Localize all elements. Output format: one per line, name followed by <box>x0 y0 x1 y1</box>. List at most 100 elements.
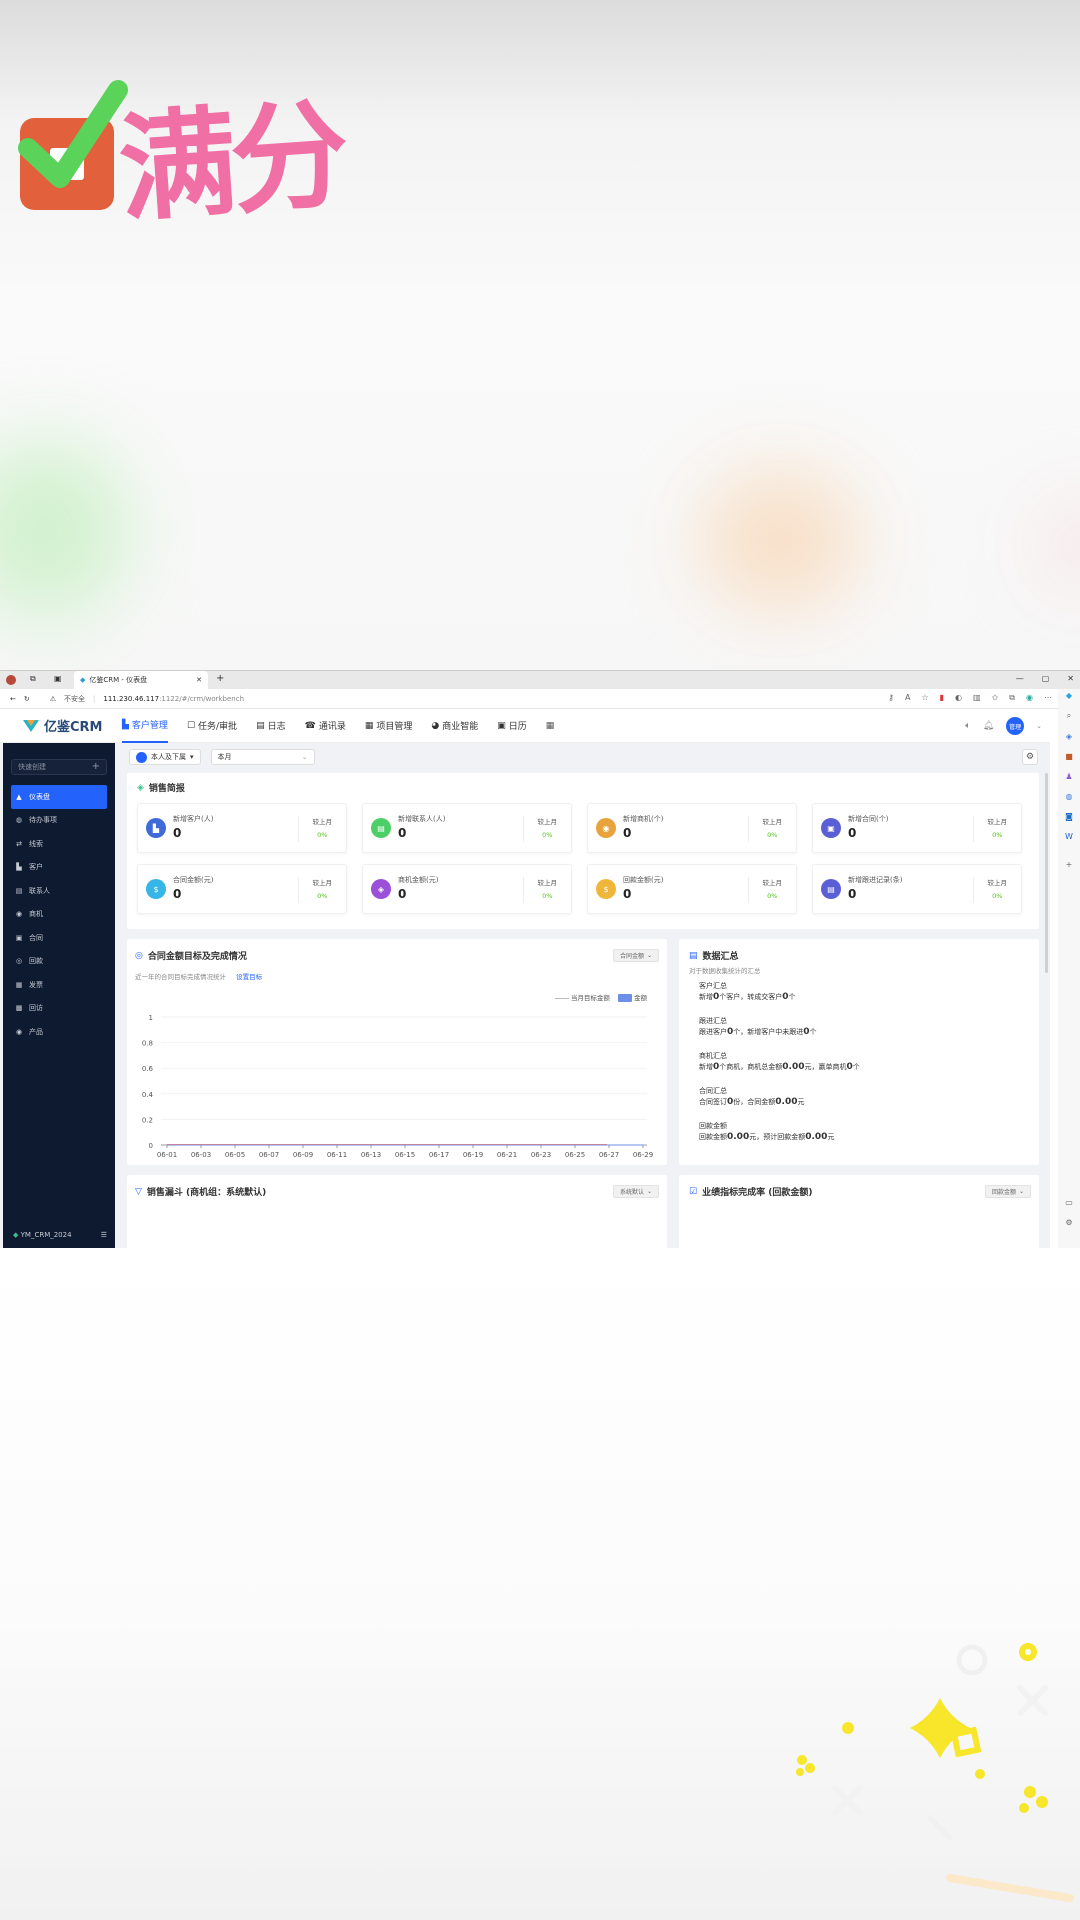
period-select[interactable]: 本月 ⌄ <box>210 749 315 765</box>
collections-icon[interactable]: ⧉ <box>30 674 36 684</box>
outlook-icon[interactable]: ◙ <box>1065 812 1073 821</box>
split-screen-icon[interactable]: ▥ <box>973 693 981 703</box>
target-icon: ◎ <box>135 950 143 961</box>
apps-grid-icon[interactable]: ▦ <box>546 721 555 731</box>
legend-target[interactable]: 当月目标金额 <box>554 992 610 1002</box>
app-logo[interactable]: 亿鉴CRM <box>0 716 110 735</box>
contacts-icon: ☎ <box>304 720 316 731</box>
stat-compare: 较上月 0% <box>747 816 782 842</box>
nav-item-4[interactable]: ▦ 项目管理 <box>365 709 413 743</box>
sidebar-item-1[interactable]: ◍ 待办事项 <box>3 809 115 833</box>
nav-item-0[interactable]: ▙ 客户管理 <box>122 709 168 743</box>
sidebar-item-7[interactable]: ◎ 回款 <box>3 950 115 974</box>
set-target-link[interactable]: 设置目标 <box>236 973 262 981</box>
summary-text: 份，合同金额 <box>733 1098 776 1106</box>
new-tab-button[interactable]: + <box>216 673 224 684</box>
security-label[interactable]: 不安全 <box>64 694 85 704</box>
scrollbar[interactable] <box>1045 773 1048 973</box>
settings-sidebar-icon[interactable]: ⚙ <box>1065 1218 1072 1227</box>
settings-button[interactable]: ⚙ <box>1022 749 1038 765</box>
stat-card[interactable]: ▙ 新增客户(人) 0 较上月 0% <box>137 803 347 853</box>
collapse-menu-icon[interactable]: ☰ <box>101 1231 107 1239</box>
volume-icon[interactable]: 🔈︎ <box>965 721 970 731</box>
sidebar-item-9[interactable]: ▩ 回访 <box>3 997 115 1021</box>
chart-legend: 当月目标金额 金额 <box>554 992 647 1002</box>
stat-label: 商机金额(元) <box>398 876 439 884</box>
stat-card[interactable]: ◈ 商机金额(元) 0 较上月 0% <box>362 864 572 914</box>
sales-funnel-header: ▽ 销售漏斗 (商机组：系统默认) <box>135 1185 267 1199</box>
performance-dropdown[interactable]: 回款金额 ⌄ <box>984 1185 1031 1198</box>
stat-card[interactable]: $ 回款金额(元) 0 较上月 0% <box>587 864 797 914</box>
funnel-dropdown[interactable]: 系统默认 ⌄ <box>612 1185 659 1198</box>
metric-dropdown[interactable]: 合同金额 ⌄ <box>612 949 659 962</box>
sidebar-item-6[interactable]: ▣ 合同 <box>3 926 115 950</box>
sidebar-item-label: 合同 <box>29 933 43 942</box>
tab-title: 亿鉴CRM - 仪表盘 <box>89 676 148 684</box>
nav-item-3[interactable]: ☎ 通讯录 <box>305 709 346 743</box>
favorite-icon[interactable]: ☆ <box>921 693 928 703</box>
quick-create-button[interactable]: 快速创建 + <box>11 759 107 775</box>
bell-icon[interactable]: 🔔︎ <box>983 721 994 731</box>
nav-item-1[interactable]: ☐ 任务/审批 <box>187 709 237 743</box>
sidebar-item-2[interactable]: ⇄ 线索 <box>3 832 115 856</box>
legend-amount[interactable]: 金额 <box>617 992 647 1002</box>
nav-item-5[interactable]: ◕ 商业智能 <box>431 709 478 743</box>
sidebar-item-label: 商机 <box>29 910 43 919</box>
stat-card[interactable]: ▤ 新增跟进记录(条) 0 较上月 0% <box>812 864 1022 914</box>
close-window-button[interactable]: ✕ <box>1067 674 1074 683</box>
summary-text: 个 <box>788 993 796 1001</box>
circle-app-icon[interactable]: ◍ <box>1066 792 1073 801</box>
sidebar-item-8[interactable]: ▦ 发票 <box>3 973 115 997</box>
read-aloud-icon[interactable]: A <box>905 693 910 703</box>
people-icon[interactable]: ♟ <box>1065 772 1072 781</box>
sales-funnel-title: 销售漏斗 (商机组：系统默认) <box>146 1188 267 1198</box>
stat-card[interactable]: ▤ 新增联系人(人) 0 较上月 0% <box>362 803 572 853</box>
stat-card[interactable]: ◉ 新增商机(个) 0 较上月 0% <box>587 803 797 853</box>
more-icon[interactable]: ⋯ <box>1044 693 1052 703</box>
sidebar: 快速创建 + ▲ 仪表盘 ◍ 待办事项 ⇄ 线索 ▙ 客户 ▤ 联系人 ◉ 商机 ▣ 合同 ◎ 回款 ▦ 发票 ▩ 回… <box>3 743 115 1249</box>
scope-select[interactable]: 本人及下属 ▾ <box>129 749 201 765</box>
full-score-text: 满分 <box>114 85 348 239</box>
nav-item-6[interactable]: ▣ 日历 <box>497 709 527 743</box>
collections-add-icon[interactable]: ⧉ <box>1009 693 1015 703</box>
stat-card[interactable]: ▣ 新增合同(个) 0 较上月 0% <box>812 803 1022 853</box>
nav-item-2[interactable]: ▤ 日志 <box>256 709 286 743</box>
extension-icon[interactable]: ▮ <box>940 693 944 703</box>
screen-icon[interactable]: ▭ <box>1065 1198 1073 1207</box>
stat-value: 0 <box>173 826 182 840</box>
sales-brief-header: ◈ 销售简报 <box>137 781 185 795</box>
url-field[interactable]: 111.230.46.117:1122/#/crm/workbench <box>103 695 244 703</box>
sidebar-item-10[interactable]: ◉ 产品 <box>3 1020 115 1044</box>
briefcase-icon[interactable]: ■ <box>1065 752 1073 761</box>
stat-card[interactable]: $ 合同金额(元) 0 较上月 0% <box>137 864 347 914</box>
sidebar-item-label: 回访 <box>29 1004 43 1013</box>
copilot-icon[interactable]: ◐ <box>955 693 962 703</box>
summary-line: 回款金额0.00元，预计回款金额0.00元 <box>699 1132 1029 1143</box>
tab-close-icon[interactable]: ✕ <box>196 676 202 684</box>
sidebar-item-3[interactable]: ▙ 客户 <box>3 856 115 880</box>
address-bar: ← ↻ ⚠ 不安全 | 111.230.46.117:1122/#/crm/wo… <box>0 689 1080 709</box>
sidebar-item-4[interactable]: ▤ 联系人 <box>3 879 115 903</box>
profile-icon[interactable] <box>6 675 16 685</box>
x-tick-label: 06-29 <box>633 1151 653 1159</box>
summary-number: 0.00 <box>727 1132 750 1142</box>
tag-icon[interactable]: ◈ <box>1066 732 1072 741</box>
add-sidebar-icon[interactable]: + <box>1066 860 1073 869</box>
copilot-sidebar-icon[interactable]: ◆ <box>1066 691 1072 700</box>
sidebar-item-0[interactable]: ▲ 仪表盘 <box>11 785 107 809</box>
refresh-icon[interactable]: ↻ <box>24 695 30 703</box>
tab-actions-icon[interactable]: ▣ <box>54 674 62 683</box>
search-icon[interactable]: ⌕ <box>1067 711 1071 721</box>
extension-green-icon[interactable]: ◉ <box>1026 693 1033 703</box>
back-icon[interactable]: ← <box>10 695 16 703</box>
sidebar-item-5[interactable]: ◉ 商机 <box>3 903 115 927</box>
minimize-button[interactable]: — <box>1016 674 1024 683</box>
word-icon[interactable]: W <box>1065 832 1073 841</box>
key-icon[interactable]: ⚷ <box>888 693 894 703</box>
favorites-bar-icon[interactable]: ✩ <box>992 693 999 703</box>
browser-tab[interactable]: ◆ 亿鉴CRM - 仪表盘 ✕ <box>74 671 208 689</box>
sparkle-decoration-icon <box>796 1643 1074 1902</box>
maximize-button[interactable]: ▢ <box>1042 674 1050 683</box>
avatar[interactable]: 管理 <box>1006 717 1025 735</box>
chevron-down-icon[interactable]: ⌄ <box>1036 722 1042 730</box>
